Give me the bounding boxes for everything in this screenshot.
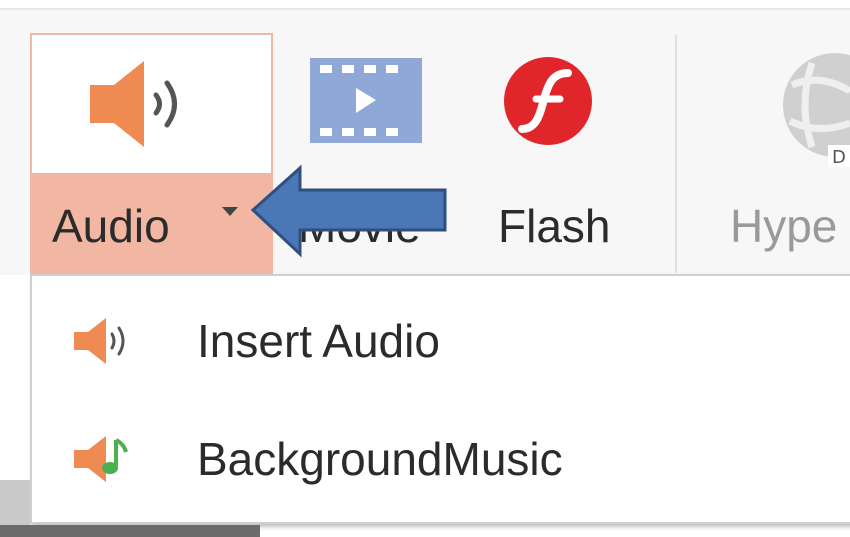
arrow-left-icon (250, 164, 447, 258)
ribbon-separator (675, 35, 677, 273)
flash-button[interactable]: Flash (480, 33, 645, 273)
film-icon (310, 58, 422, 143)
background-area (0, 525, 260, 537)
caret-down-icon (222, 207, 238, 216)
audio-dropdown-toggle[interactable]: Audio (30, 173, 273, 276)
speaker-icon (90, 61, 177, 147)
flash-label: Flash (498, 200, 611, 252)
svg-text:D: D (832, 147, 846, 168)
speaker-icon (74, 318, 125, 364)
audio-dropdown-menu: Insert Audio BackgroundMusic (30, 274, 850, 524)
background-area (0, 480, 30, 525)
hyperlink-label: Hype (730, 200, 838, 252)
menu-item-label: Insert Audio (197, 315, 440, 367)
speaker-music-note-icon (74, 436, 128, 482)
hyperlink-button[interactable]: D Hype (700, 33, 850, 273)
globe-icon: D (783, 53, 850, 168)
audio-button[interactable] (30, 33, 273, 173)
menu-item-label: BackgroundMusic (197, 433, 563, 485)
menu-item-background-music[interactable]: BackgroundMusic (32, 404, 850, 514)
audio-label: Audio (52, 200, 170, 252)
flash-icon (504, 57, 592, 145)
app-window: Audio Movie Flash (0, 0, 850, 537)
menu-item-insert-audio[interactable]: Insert Audio (32, 286, 850, 396)
